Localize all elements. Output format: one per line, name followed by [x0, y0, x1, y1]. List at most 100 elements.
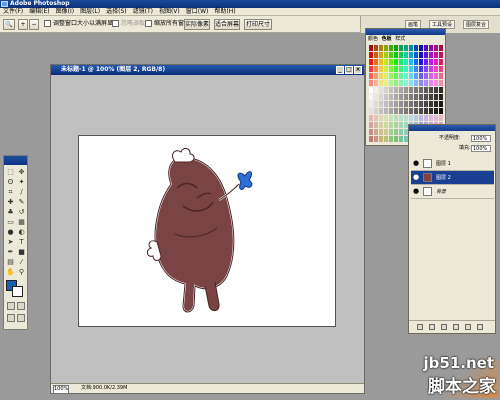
maximize-icon[interactable]: □: [345, 66, 353, 74]
swatch-cell[interactable]: [379, 45, 383, 51]
swatch-cell[interactable]: [379, 136, 383, 142]
blur-tool-icon[interactable]: ●: [6, 228, 15, 236]
swatch-cell[interactable]: [394, 108, 398, 114]
swatch-cell[interactable]: [424, 108, 428, 114]
screen-mode-icon[interactable]: [7, 314, 15, 322]
swatch-cell[interactable]: [404, 87, 408, 93]
document-file-info[interactable]: 文档:900.0K/2.39M: [81, 384, 127, 393]
swatch-cell[interactable]: [419, 73, 423, 79]
menu-image[interactable]: 图像(I): [53, 8, 77, 15]
swatch-cell[interactable]: [409, 59, 413, 65]
swatch-cell[interactable]: [369, 101, 373, 107]
swatch-cell[interactable]: [424, 80, 428, 86]
swatch-cell[interactable]: [394, 80, 398, 86]
well-tab-layer-comps[interactable]: 图层复合: [463, 20, 490, 29]
swatch-cell[interactable]: [429, 94, 433, 100]
swatch-cell[interactable]: [419, 52, 423, 58]
swatch-cell[interactable]: [399, 87, 403, 93]
swatch-cell[interactable]: [394, 122, 398, 128]
swatch-cell[interactable]: [439, 115, 443, 121]
tab-color[interactable]: 颜色: [368, 36, 378, 42]
swatch-cell[interactable]: [399, 129, 403, 135]
swatch-cell[interactable]: [374, 52, 378, 58]
shape-tool-icon[interactable]: ■: [17, 248, 26, 256]
close-icon[interactable]: ×: [354, 66, 362, 74]
swatch-cell[interactable]: [404, 94, 408, 100]
swatch-cell[interactable]: [369, 52, 373, 58]
swatch-cell[interactable]: [434, 66, 438, 72]
swatch-cell[interactable]: [369, 94, 373, 100]
swatch-cell[interactable]: [439, 45, 443, 51]
swatch-cell[interactable]: [424, 94, 428, 100]
swatch-cell[interactable]: [434, 80, 438, 86]
swatch-cell[interactable]: [419, 108, 423, 114]
new-group-icon[interactable]: [453, 324, 459, 330]
swatch-cell[interactable]: [429, 73, 433, 79]
swatch-cell[interactable]: [439, 101, 443, 107]
visibility-eye-icon[interactable]: ●: [413, 188, 420, 195]
link-layers-icon[interactable]: [417, 324, 423, 330]
swatch-cell[interactable]: [384, 94, 388, 100]
swatch-cell[interactable]: [394, 94, 398, 100]
swatch-cell[interactable]: [414, 87, 418, 93]
swatch-cell[interactable]: [389, 66, 393, 72]
zoom-tool-box-icon[interactable]: ⚲: [17, 268, 26, 276]
swatch-cell[interactable]: [419, 45, 423, 51]
swatch-cell[interactable]: [399, 122, 403, 128]
swatch-cell[interactable]: [369, 73, 373, 79]
swatch-cell[interactable]: [389, 87, 393, 93]
tab-swatches[interactable]: 色板: [382, 36, 392, 42]
swatch-cell[interactable]: [384, 45, 388, 51]
swatch-cell[interactable]: [374, 94, 378, 100]
swatch-cell[interactable]: [374, 59, 378, 65]
clone-stamp-tool-icon[interactable]: ♣: [6, 208, 15, 216]
swatch-cell[interactable]: [389, 45, 393, 51]
swatch-cell[interactable]: [404, 115, 408, 121]
swatch-cell[interactable]: [404, 108, 408, 114]
swatch-cell[interactable]: [379, 52, 383, 58]
zoom-all-windows-checkbox[interactable]: [145, 20, 152, 27]
background-color-swatch[interactable]: [12, 286, 23, 297]
swatch-cell[interactable]: [374, 101, 378, 107]
swatch-cell[interactable]: [369, 108, 373, 114]
swatch-cell[interactable]: [429, 108, 433, 114]
swatch-cell[interactable]: [419, 115, 423, 121]
swatch-cell[interactable]: [429, 59, 433, 65]
swatch-cell[interactable]: [414, 101, 418, 107]
swatch-cell[interactable]: [389, 101, 393, 107]
layer-row-background[interactable]: ● 背景: [411, 185, 494, 199]
swatch-cell[interactable]: [419, 66, 423, 72]
swatch-cell[interactable]: [374, 87, 378, 93]
swatch-cell[interactable]: [399, 101, 403, 107]
swatch-cell[interactable]: [389, 129, 393, 135]
slice-tool-icon[interactable]: ∕: [17, 188, 26, 196]
quick-mask-mode-icon[interactable]: [17, 302, 25, 310]
swatch-cell[interactable]: [389, 115, 393, 121]
swatch-cell[interactable]: [394, 73, 398, 79]
resize-windows-checkbox[interactable]: [44, 20, 51, 27]
swatch-cell[interactable]: [379, 66, 383, 72]
menu-filter[interactable]: 滤镜(T): [130, 8, 156, 15]
swatch-cell[interactable]: [379, 73, 383, 79]
swatch-cell[interactable]: [369, 122, 373, 128]
swatch-cell[interactable]: [399, 66, 403, 72]
menu-edit[interactable]: 编辑(E): [26, 8, 52, 15]
swatch-cell[interactable]: [399, 108, 403, 114]
opacity-field[interactable]: 100%: [471, 135, 491, 142]
swatch-cell[interactable]: [384, 101, 388, 107]
swatch-cell[interactable]: [374, 45, 378, 51]
new-layer-icon[interactable]: [465, 324, 471, 330]
swatch-cell[interactable]: [384, 52, 388, 58]
swatch-cell[interactable]: [414, 59, 418, 65]
tab-styles[interactable]: 样式: [395, 36, 405, 42]
swatch-cell[interactable]: [409, 108, 413, 114]
menu-layer[interactable]: 图层(L): [77, 8, 103, 15]
layer-row-layer-1[interactable]: ● 图层 1: [411, 157, 494, 171]
swatch-cell[interactable]: [374, 80, 378, 86]
move-tool-icon[interactable]: ✥: [17, 168, 26, 176]
swatch-cell[interactable]: [399, 52, 403, 58]
swatch-cell[interactable]: [414, 45, 418, 51]
swatch-cell[interactable]: [424, 73, 428, 79]
zoom-in-icon[interactable]: +: [18, 19, 28, 30]
swatch-cell[interactable]: [434, 115, 438, 121]
